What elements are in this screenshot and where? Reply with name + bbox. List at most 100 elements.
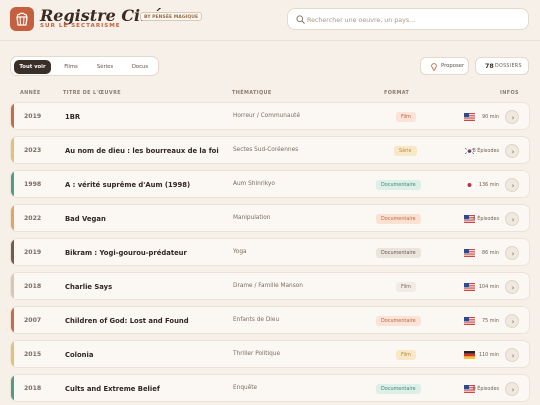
- table-row[interactable]: 2018 Charlie Says Drame / Famille Manson Fi…: [10, 272, 530, 300]
- chevron-right-icon: ›: [511, 352, 515, 360]
- table-row[interactable]: 2019 1BR Horreur / Communauté Film 90 min ›: [10, 102, 530, 130]
- chevron-right-icon: ›: [511, 318, 515, 326]
- popcorn-icon: [16, 12, 28, 26]
- dossier-count: 78 DOSSIERS: [475, 57, 529, 75]
- row-details-button[interactable]: ›: [505, 348, 519, 362]
- chevron-right-icon: ›: [511, 250, 515, 258]
- tab-tout-voir[interactable]: Tout voir: [14, 60, 51, 74]
- flag-jp-icon: [464, 180, 475, 189]
- row-theme: Thriller Politique: [233, 351, 281, 357]
- row-title[interactable]: Bad Vegan: [65, 215, 106, 223]
- row-title[interactable]: Bikram : Yogi-gourou-prédateur: [65, 249, 187, 257]
- row-accent: [11, 239, 14, 265]
- format-badge: Documentaire: [376, 384, 421, 394]
- chevron-right-icon: ›: [511, 284, 515, 292]
- row-title[interactable]: Children of God: Lost and Found: [65, 317, 189, 325]
- row-duration: 90 min: [481, 113, 499, 120]
- row-theme: Yoga: [233, 249, 247, 255]
- row-details-button[interactable]: ›: [505, 212, 519, 226]
- row-theme: Manipulation: [233, 215, 271, 221]
- row-details-button[interactable]: ›: [505, 110, 519, 124]
- row-duration: 75 min: [481, 317, 499, 324]
- chevron-right-icon: ›: [511, 386, 515, 394]
- tab-films[interactable]: Films: [58, 60, 84, 74]
- flag-de-icon: [464, 350, 475, 359]
- table-row[interactable]: 1998 A : vérité suprême d'Aum (1998) Aum S…: [10, 170, 530, 198]
- row-year: 2015: [24, 351, 42, 358]
- format-badge: Documentaire: [376, 180, 421, 190]
- table-row[interactable]: 2018 Cults and Extreme Belief Enquête Docum…: [10, 374, 530, 402]
- row-details-button[interactable]: ›: [505, 280, 519, 294]
- table-row[interactable]: 2019 Bikram : Yogi-gourou-prédateur Yoga Do…: [10, 238, 530, 266]
- propose-label: Proposer: [441, 63, 465, 69]
- logo[interactable]: [10, 7, 34, 31]
- format-badge: Documentaire: [376, 248, 421, 258]
- row-details-button[interactable]: ›: [505, 382, 519, 396]
- table-row[interactable]: 2007 Children of God: Lost and Found Enfan…: [10, 306, 530, 334]
- table-row[interactable]: 2022 Bad Vegan Manipulation Documentaire 4 É…: [10, 204, 530, 232]
- row-duration: 4 Épisodes: [472, 215, 499, 222]
- row-accent: [11, 171, 14, 197]
- row-year: 2022: [24, 215, 42, 222]
- row-duration: 110 min: [478, 351, 499, 358]
- tab-series[interactable]: Séries: [91, 60, 119, 74]
- chevron-right-icon: ›: [511, 148, 515, 156]
- app-header: Registre Ciné BY PENSÉE MAGIQUE SUR LE S…: [0, 0, 540, 40]
- row-year: 2023: [24, 147, 42, 154]
- row-theme: Enquête: [233, 385, 258, 391]
- row-accent: [11, 103, 14, 129]
- row-theme: Enfants de Dieu: [233, 317, 280, 323]
- flag-us-icon: [464, 112, 475, 121]
- tab-docus[interactable]: Docus: [126, 60, 154, 74]
- search-input[interactable]: [307, 13, 522, 27]
- format-badge: Film: [396, 282, 416, 292]
- row-year: 2018: [24, 283, 42, 290]
- lightbulb-icon: [431, 63, 437, 71]
- row-year: 2018: [24, 385, 42, 392]
- chevron-right-icon: ›: [511, 216, 515, 224]
- flag-us-icon: [464, 316, 475, 325]
- row-title[interactable]: 1BR: [65, 113, 80, 121]
- row-details-button[interactable]: ›: [505, 144, 519, 158]
- brand-badge: BY PENSÉE MAGIQUE: [140, 12, 203, 21]
- row-title[interactable]: Colonia: [65, 351, 93, 359]
- row-accent: [11, 375, 14, 401]
- row-accent: [11, 137, 14, 163]
- format-badge: Série: [394, 146, 417, 156]
- table-row[interactable]: 2015 Colonia Thriller Politique Film 110 min…: [10, 340, 530, 368]
- row-duration: 8 Épisodes: [472, 147, 499, 154]
- header-divider: [0, 40, 540, 41]
- row-title[interactable]: Au nom de dieu : les bourreaux de la foi: [65, 147, 219, 155]
- row-year: 2007: [24, 317, 42, 324]
- row-duration: 9 Épisodes: [472, 385, 499, 392]
- header-info: INFOS: [500, 90, 519, 96]
- row-accent: [11, 341, 14, 367]
- row-details-button[interactable]: ›: [505, 314, 519, 328]
- row-theme: Sectes Sud-Coréennes: [233, 147, 299, 153]
- row-accent: [11, 205, 14, 231]
- row-theme: Horreur / Communauté: [233, 113, 301, 119]
- row-duration: 104 min: [478, 283, 499, 290]
- count-label: DOSSIERS: [495, 64, 522, 69]
- row-duration: 136 min: [478, 181, 499, 188]
- row-title[interactable]: A : vérité suprême d'Aum (1998): [65, 181, 190, 189]
- header-theme: THÉMATIQUE: [232, 90, 272, 96]
- propose-button[interactable]: Proposer: [420, 57, 469, 75]
- flag-us-icon: [464, 248, 475, 257]
- row-title[interactable]: Cults and Extreme Belief: [65, 385, 160, 393]
- format-badge: Documentaire: [376, 214, 421, 224]
- row-theme: Drame / Famille Manson: [233, 283, 303, 289]
- row-year: 2019: [24, 249, 42, 256]
- header-format: FORMAT: [384, 90, 410, 96]
- row-theme: Aum Shinrikyo: [233, 181, 275, 187]
- row-details-button[interactable]: ›: [505, 246, 519, 260]
- format-badge: Documentaire: [376, 316, 421, 326]
- search-bar[interactable]: [287, 8, 529, 30]
- table-row[interactable]: 2023 Au nom de dieu : les bourreaux de la…: [10, 136, 530, 164]
- header-year: ANNÉE: [20, 90, 41, 96]
- chevron-right-icon: ›: [511, 114, 515, 122]
- row-duration: 86 min: [481, 249, 499, 256]
- row-title[interactable]: Charlie Says: [65, 283, 112, 291]
- row-details-button[interactable]: ›: [505, 178, 519, 192]
- count-value: 78: [485, 63, 494, 70]
